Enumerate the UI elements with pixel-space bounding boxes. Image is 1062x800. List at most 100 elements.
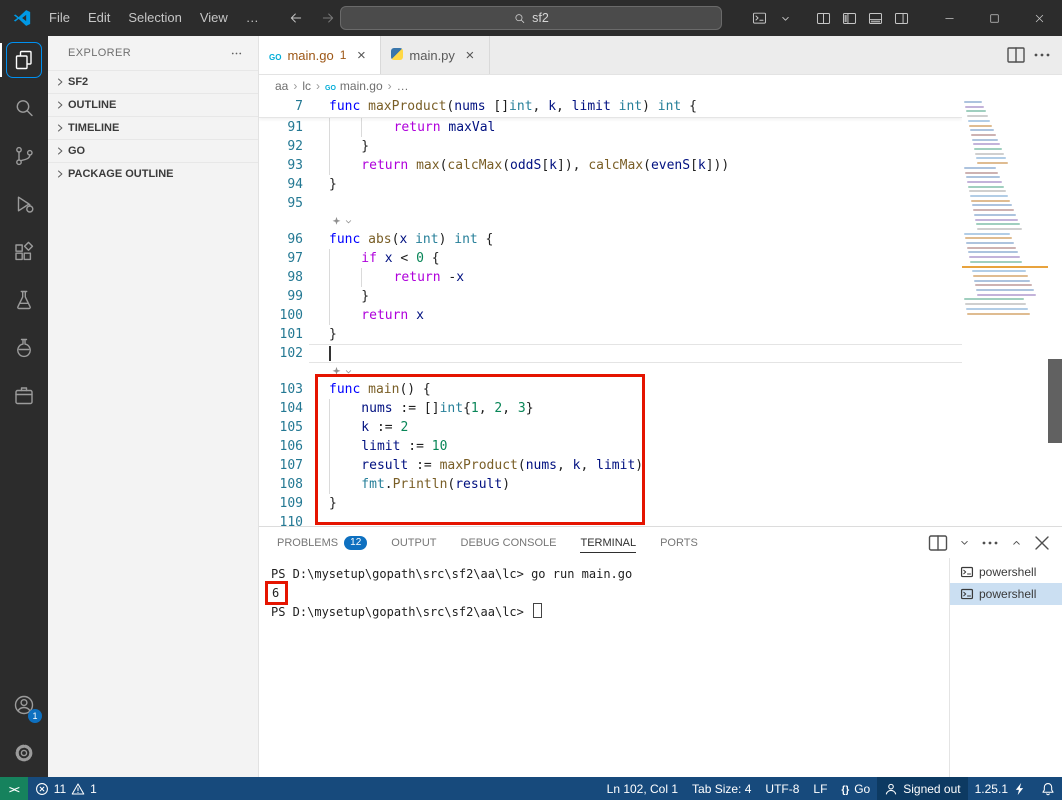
- sidebar-section-timeline[interactable]: TIMELINE: [48, 116, 258, 139]
- terminal-layout-icon[interactable]: [926, 531, 950, 555]
- more-actions-icon[interactable]: [978, 531, 1002, 555]
- line-number[interactable]: 109: [259, 494, 309, 513]
- code-line[interactable]: 102: [259, 344, 962, 363]
- menu-item-Edit[interactable]: Edit: [79, 0, 119, 36]
- eol[interactable]: LF: [806, 777, 834, 800]
- line-number[interactable]: 107: [259, 456, 309, 475]
- panel-tab-debug-console[interactable]: DEBUG CONSOLE: [461, 527, 557, 558]
- code-line[interactable]: 100 return x: [259, 306, 962, 325]
- panel-tab-output[interactable]: OUTPUT: [391, 527, 436, 558]
- code-line[interactable]: 101}: [259, 325, 962, 344]
- problems-status[interactable]: 11 1: [28, 777, 104, 800]
- activity-run-debug[interactable]: [0, 180, 48, 228]
- encoding[interactable]: UTF-8: [758, 777, 806, 800]
- split-editor-icon[interactable]: [1004, 43, 1028, 67]
- breadcrumb-lc[interactable]: lc: [302, 79, 311, 93]
- chevron-down-icon[interactable]: [952, 531, 976, 555]
- sparkle-icon[interactable]: [331, 216, 342, 227]
- more-actions-icon[interactable]: [224, 41, 248, 65]
- code-line[interactable]: 98 return -x: [259, 268, 962, 287]
- activity-settings[interactable]: [0, 729, 48, 777]
- chevron-down-icon[interactable]: [773, 6, 797, 30]
- menu-item-…[interactable]: …: [237, 0, 268, 36]
- remote-indicator[interactable]: ><: [0, 777, 28, 800]
- tab-main.go[interactable]: GO main.go 1 ×: [259, 36, 382, 74]
- breadcrumb-main.go[interactable]: GO main.go: [325, 79, 383, 93]
- terminal-profile-icon[interactable]: [747, 6, 771, 30]
- close-button[interactable]: [1017, 0, 1062, 36]
- line-number[interactable]: 100: [259, 306, 309, 325]
- terminal-tab-powershell[interactable]: powershell: [950, 583, 1062, 605]
- activity-source-control[interactable]: [0, 132, 48, 180]
- go-version[interactable]: 1.25.1: [968, 777, 1034, 800]
- line-number[interactable]: 98: [259, 268, 309, 287]
- code-line[interactable]: 92}: [259, 137, 962, 156]
- sidebar-section-go[interactable]: GO: [48, 139, 258, 162]
- split-editor-layout-icon[interactable]: [811, 6, 835, 30]
- forward-icon[interactable]: [316, 6, 340, 30]
- tab-size[interactable]: Tab Size: 4: [685, 777, 758, 800]
- language-mode[interactable]: {} Go: [834, 777, 877, 800]
- activity-explorer[interactable]: [0, 36, 48, 84]
- activity-extension-flask[interactable]: [0, 324, 48, 372]
- line-number[interactable]: 103: [259, 380, 309, 399]
- tab-main.py[interactable]: main.py ×: [381, 36, 490, 74]
- code-line[interactable]: 93 return max(calcMax(oddS[k]), calcMax(e…: [259, 156, 962, 175]
- breadcrumb-aa[interactable]: aa: [275, 79, 288, 93]
- code-line[interactable]: 99}: [259, 287, 962, 306]
- terminal[interactable]: PS D:\mysetup\gopath\src\sf2\aa\lc> go r…: [259, 558, 949, 778]
- menu-item-Selection[interactable]: Selection: [119, 0, 190, 36]
- line-number[interactable]: 93: [259, 156, 309, 175]
- line-number[interactable]: 94: [259, 175, 309, 194]
- toggle-sidebar-icon[interactable]: [837, 6, 861, 30]
- accounts-status[interactable]: Signed out: [877, 777, 968, 800]
- line-number[interactable]: 108: [259, 475, 309, 494]
- minimap[interactable]: [962, 97, 1048, 329]
- line-number[interactable]: 106: [259, 437, 309, 456]
- close-panel-icon[interactable]: [1030, 531, 1054, 555]
- chevron-down-icon[interactable]: [344, 217, 353, 226]
- activity-testing[interactable]: [0, 276, 48, 324]
- panel-tab-terminal[interactable]: TERMINAL: [580, 527, 636, 558]
- maximize-button[interactable]: [972, 0, 1017, 36]
- activity-extension-box[interactable]: [0, 372, 48, 420]
- line-number[interactable]: 102: [259, 344, 309, 363]
- notifications-bell[interactable]: [1034, 777, 1062, 800]
- activity-accounts[interactable]: 1: [0, 681, 48, 729]
- line-number[interactable]: 105: [259, 418, 309, 437]
- code-line[interactable]: 97 if x < 0 {: [259, 249, 962, 268]
- minimize-button[interactable]: [927, 0, 972, 36]
- activity-search[interactable]: [0, 84, 48, 132]
- activity-extensions[interactable]: [0, 228, 48, 276]
- line-number[interactable]: 91: [259, 118, 309, 137]
- line-number[interactable]: 104: [259, 399, 309, 418]
- editor-scrollbar[interactable]: [1048, 359, 1062, 443]
- breadcrumb-…[interactable]: …: [397, 79, 409, 93]
- code-line[interactable]: 91 return maxVal: [259, 118, 962, 137]
- menu-item-File[interactable]: File: [40, 0, 79, 36]
- line-number[interactable]: 97: [259, 249, 309, 268]
- sidebar-section-sf2[interactable]: SF2: [48, 70, 258, 93]
- line-number[interactable]: 110: [259, 513, 309, 526]
- back-icon[interactable]: [284, 6, 308, 30]
- line-number[interactable]: 92: [259, 137, 309, 156]
- cursor-position[interactable]: Ln 102, Col 1: [600, 777, 685, 800]
- line-number[interactable]: 99: [259, 287, 309, 306]
- search-box[interactable]: sf2: [340, 6, 722, 30]
- line-number[interactable]: 101: [259, 325, 309, 344]
- line-number[interactable]: 96: [259, 230, 309, 249]
- terminal-tab-powershell[interactable]: powershell: [950, 561, 1062, 583]
- code-line[interactable]: 95: [259, 194, 962, 213]
- toggle-secondary-sidebar-icon[interactable]: [889, 6, 913, 30]
- more-actions-icon[interactable]: [1030, 43, 1054, 67]
- close-icon[interactable]: ×: [461, 46, 479, 64]
- code-line[interactable]: 94}: [259, 175, 962, 194]
- menu-item-View[interactable]: View: [191, 0, 237, 36]
- sidebar-section-outline[interactable]: OUTLINE: [48, 93, 258, 116]
- code-line[interactable]: 96 func abs(x int) int {: [259, 230, 962, 249]
- close-icon[interactable]: ×: [352, 46, 370, 64]
- sticky-scroll-line[interactable]: 7 func maxProduct(nums []int, k, limit in…: [259, 97, 962, 118]
- panel-tab-problems[interactable]: PROBLEMS 12: [277, 527, 368, 558]
- panel-tab-ports[interactable]: PORTS: [660, 527, 698, 558]
- sidebar-section-package-outline[interactable]: PACKAGE OUTLINE: [48, 162, 258, 185]
